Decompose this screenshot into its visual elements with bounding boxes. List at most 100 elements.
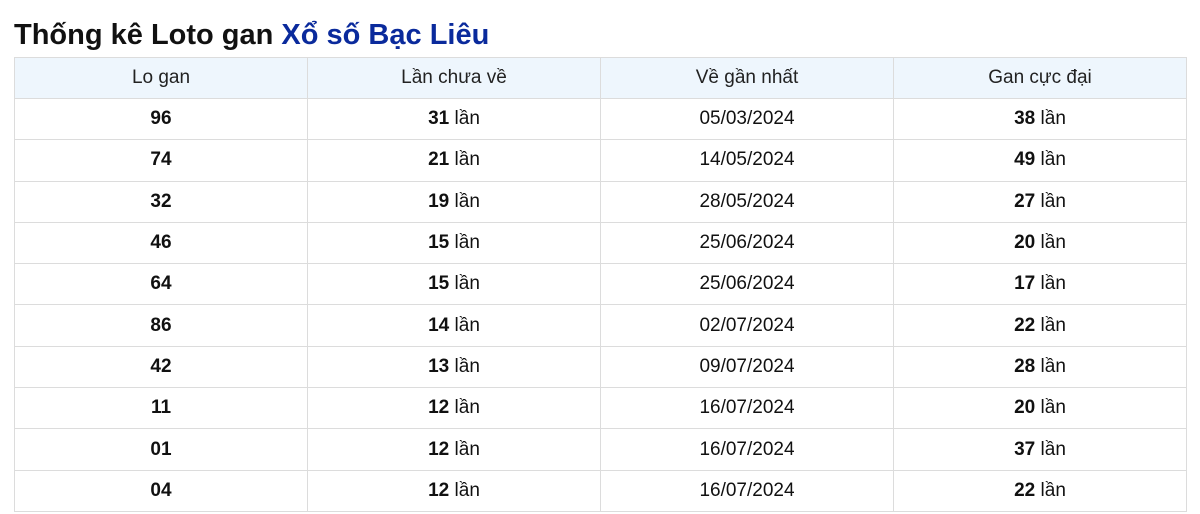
table-row: 96 31 lần 05/03/2024 38 lần — [14, 97, 1187, 141]
missed-count-unit: lần — [454, 355, 480, 377]
lo-number-cell: 86 — [14, 304, 308, 347]
table-row: 01 12 lần 16/07/2024 37 lần — [14, 428, 1187, 471]
missed-count-value: 31 — [428, 108, 450, 130]
max-gap-value: 20 — [1014, 232, 1036, 254]
max-gap-unit: lần — [1040, 232, 1066, 254]
table-row: 64 15 lần 25/06/2024 17 lần — [14, 263, 1187, 306]
header-lo-gan: Lo gan — [14, 57, 308, 99]
last-seen-date-cell: 09/07/2024 — [600, 345, 894, 389]
max-gap-unit: lần — [1040, 273, 1066, 295]
max-gap-unit: lần — [1040, 314, 1066, 336]
max-gap-cell: 22 lần — [893, 469, 1187, 512]
missed-count-value: 12 — [428, 479, 450, 501]
max-gap-unit: lần — [1040, 190, 1066, 212]
missed-count-cell: 15 lần — [307, 221, 601, 265]
max-gap-unit: lần — [1040, 438, 1066, 460]
missed-count-unit: lần — [454, 190, 480, 212]
missed-count-value: 19 — [428, 190, 450, 212]
max-gap-cell: 17 lần — [893, 263, 1187, 306]
last-seen-date-cell: 05/03/2024 — [600, 97, 894, 141]
title-prefix: Thống kê Loto gan — [14, 19, 274, 51]
header-last-seen: Về gần nhất — [600, 57, 894, 99]
header-max-gap: Gan cực đại — [893, 57, 1187, 99]
lo-number-cell: 46 — [14, 221, 308, 265]
max-gap-unit: lần — [1040, 355, 1066, 377]
max-gap-cell: 49 lần — [893, 139, 1187, 182]
missed-count-value: 12 — [428, 397, 450, 419]
missed-count-unit: lần — [454, 108, 480, 130]
last-seen-date-cell: 25/06/2024 — [600, 221, 894, 265]
lo-number-cell: 64 — [14, 263, 308, 306]
missed-count-unit: lần — [454, 314, 480, 336]
table-row: 11 12 lần 16/07/2024 20 lần — [14, 387, 1187, 430]
missed-count-unit: lần — [454, 149, 480, 171]
max-gap-value: 17 — [1014, 273, 1036, 295]
missed-count-cell: 31 lần — [307, 97, 601, 141]
table-row: 04 12 lần 16/07/2024 22 lần — [14, 469, 1187, 512]
last-seen-date-cell: 16/07/2024 — [600, 428, 894, 471]
max-gap-value: 20 — [1014, 397, 1036, 419]
missed-count-cell: 12 lần — [307, 387, 601, 430]
lo-number-cell: 96 — [14, 97, 308, 141]
max-gap-unit: lần — [1040, 108, 1066, 130]
max-gap-value: 49 — [1014, 149, 1036, 171]
missed-count-cell: 19 lần — [307, 180, 601, 223]
lo-number-cell: 32 — [14, 180, 308, 223]
missed-count-value: 14 — [428, 314, 450, 336]
missed-count-unit: lần — [454, 438, 480, 460]
max-gap-unit: lần — [1040, 479, 1066, 501]
missed-count-value: 12 — [428, 438, 450, 460]
missed-count-value: 13 — [428, 355, 450, 377]
last-seen-date-cell: 16/07/2024 — [600, 469, 894, 512]
missed-count-cell: 15 lần — [307, 263, 601, 306]
table-row: 32 19 lần 28/05/2024 27 lần — [14, 180, 1187, 223]
table-row: 74 21 lần 14/05/2024 49 lần — [14, 139, 1187, 182]
missed-count-unit: lần — [454, 232, 480, 254]
max-gap-value: 37 — [1014, 438, 1036, 460]
max-gap-cell: 20 lần — [893, 387, 1187, 430]
max-gap-cell: 37 lần — [893, 428, 1187, 471]
lo-number-cell: 11 — [14, 387, 308, 430]
table-body: 96 31 lần 05/03/2024 38 lần 74 21 lần 14/05/20… — [14, 97, 1187, 512]
max-gap-cell: 27 lần — [893, 180, 1187, 223]
missed-count-cell: 14 lần — [307, 304, 601, 347]
max-gap-cell: 28 lần — [893, 345, 1187, 389]
header-missed-count: Lần chưa về — [307, 57, 601, 99]
last-seen-date-cell: 28/05/2024 — [600, 180, 894, 223]
max-gap-unit: lần — [1040, 397, 1066, 419]
lo-number-cell: 74 — [14, 139, 308, 182]
missed-count-unit: lần — [454, 273, 480, 295]
missed-count-unit: lần — [454, 397, 480, 419]
title-lottery-link[interactable]: Xổ số Bạc Liêu — [281, 19, 489, 51]
lo-number-cell: 42 — [14, 345, 308, 389]
table-row: 86 14 lần 02/07/2024 22 lần — [14, 304, 1187, 347]
missed-count-unit: lần — [454, 479, 480, 501]
table-row: 42 13 lần 09/07/2024 28 lần — [14, 345, 1187, 389]
last-seen-date-cell: 14/05/2024 — [600, 139, 894, 182]
max-gap-unit: lần — [1040, 149, 1066, 171]
max-gap-value: 22 — [1014, 314, 1036, 336]
page-title: Thống kê Loto gan Xổ số Bạc Liêu — [14, 16, 489, 54]
max-gap-cell: 22 lần — [893, 304, 1187, 347]
table-header-row: Lo gan Lần chưa về Về gần nhất Gan cực đ… — [14, 57, 1187, 99]
table-row: 46 15 lần 25/06/2024 20 lần — [14, 221, 1187, 265]
last-seen-date-cell: 16/07/2024 — [600, 387, 894, 430]
missed-count-value: 15 — [428, 273, 450, 295]
last-seen-date-cell: 02/07/2024 — [600, 304, 894, 347]
max-gap-cell: 20 lần — [893, 221, 1187, 265]
missed-count-cell: 12 lần — [307, 428, 601, 471]
max-gap-value: 28 — [1014, 355, 1036, 377]
missed-count-value: 21 — [428, 149, 450, 171]
missed-count-cell: 13 lần — [307, 345, 601, 389]
max-gap-value: 38 — [1014, 108, 1036, 130]
missed-count-cell: 21 lần — [307, 139, 601, 182]
last-seen-date-cell: 25/06/2024 — [600, 263, 894, 306]
max-gap-value: 22 — [1014, 479, 1036, 501]
max-gap-value: 27 — [1014, 190, 1036, 212]
lo-number-cell: 04 — [14, 469, 308, 512]
missed-count-value: 15 — [428, 232, 450, 254]
max-gap-cell: 38 lần — [893, 97, 1187, 141]
loto-gan-table: Lo gan Lần chưa về Về gần nhất Gan cực đ… — [14, 57, 1187, 512]
lo-number-cell: 01 — [14, 428, 308, 471]
missed-count-cell: 12 lần — [307, 469, 601, 512]
